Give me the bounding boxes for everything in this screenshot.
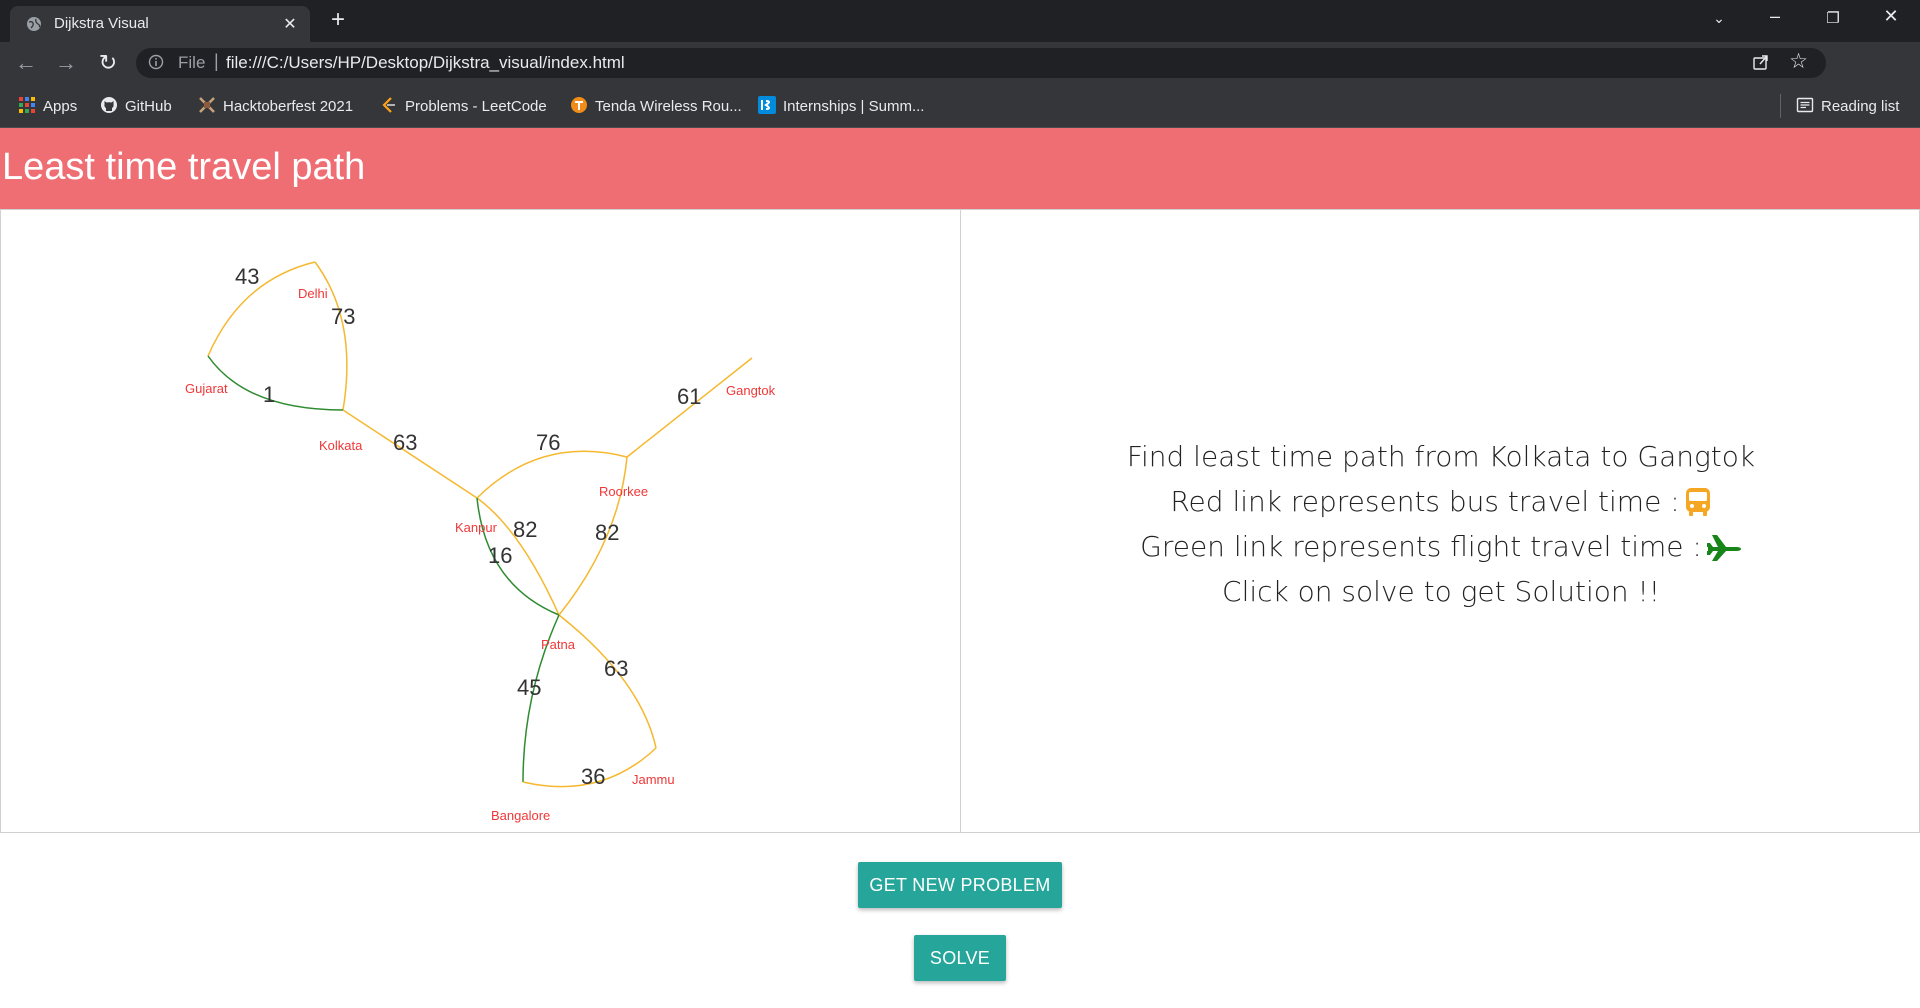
internshala-icon — [758, 96, 776, 114]
edge-weight: 36 — [581, 764, 605, 789]
minimize-icon[interactable]: – — [1760, 6, 1790, 27]
airplane-icon — [1706, 535, 1741, 561]
edge-weight: 63 — [393, 430, 417, 455]
node-label-delhi: Delhi — [298, 286, 328, 301]
forward-icon[interactable]: → — [52, 50, 80, 76]
edge-delhi-kolkata — [314, 261, 348, 411]
apps-grid-icon — [19, 97, 35, 113]
solve-instruction: Click on solve to get Solution !! — [1222, 575, 1660, 608]
edge-weight: 73 — [331, 304, 355, 329]
bookmark-github[interactable]: GitHub — [100, 96, 172, 115]
bookmarks-divider — [1780, 94, 1781, 118]
address-bar[interactable]: File | file:///C:/Users/HP/Desktop/Dijks… — [136, 48, 1826, 78]
node-label-kanpur: Kanpur — [455, 520, 498, 535]
edge-weight: 45 — [517, 675, 541, 700]
node-label-kolkata: Kolkata — [319, 438, 363, 453]
bookmark-label: Tenda Wireless Rou... — [595, 98, 742, 115]
reading-list-button[interactable]: Reading list — [1796, 96, 1899, 115]
edge-weight: 1 — [263, 382, 275, 407]
site-info-icon[interactable] — [148, 54, 164, 70]
bookmark-internshala[interactable]: Internships | Summ... — [758, 96, 924, 115]
node-label-patna: Patna — [541, 637, 576, 652]
node-label-jammu: Jammu — [632, 772, 675, 787]
bus-icon — [1685, 488, 1710, 516]
edge-weight: 82 — [595, 520, 619, 545]
back-icon[interactable]: ← — [12, 50, 40, 76]
edge-patna-jammu — [558, 614, 657, 749]
restore-icon[interactable]: ❐ — [1818, 9, 1848, 27]
bookmark-label: Internships | Summ... — [783, 98, 925, 115]
edge-weight: 16 — [488, 543, 512, 568]
flight-legend: Green link represents flight travel time… — [961, 524, 1920, 569]
edge-gujarat-kolkata — [207, 355, 344, 411]
node-label-gangtok: Gangtok — [726, 383, 776, 398]
bookmark-star-icon[interactable]: ☆ — [1789, 49, 1808, 74]
graph-panel: 43 73 1 63 76 61 82 16 82 63 45 36 Delhi… — [0, 209, 961, 833]
page-header: Least time travel path — [0, 128, 1920, 209]
solve-button[interactable]: SOLVE — [914, 935, 1006, 981]
window-close-icon[interactable]: ✕ — [1876, 6, 1906, 27]
edge-weight: 43 — [235, 264, 259, 289]
hacktoberfest-icon — [199, 97, 215, 113]
bookmark-hacktoberfest[interactable]: Hacktoberfest 2021 — [198, 96, 353, 115]
browser-toolbar: ← → ↻ File | file:///C:/Users/HP/Desktop… — [0, 42, 1920, 118]
problem-statement: Find least time path from Kolkata to Gan… — [1126, 440, 1756, 473]
browser-tab-strip: Dijkstra Visual ✕ + ⌄ – ❐ ✕ — [0, 0, 1920, 42]
reading-list-icon — [1796, 97, 1814, 113]
share-icon[interactable] — [1752, 53, 1770, 71]
url-separator: | — [214, 51, 219, 71]
node-label-gujarat: Gujarat — [185, 381, 228, 396]
globe-icon — [27, 17, 41, 31]
page-title: Least time travel path — [2, 146, 366, 188]
bookmark-leetcode[interactable]: Problems - LeetCode — [380, 96, 547, 115]
node-label-roorkee: Roorkee — [599, 484, 648, 499]
edge-gujarat-delhi — [207, 261, 316, 357]
bookmark-tenda[interactable]: Tenda Wireless Rou... — [570, 96, 742, 115]
url-text[interactable]: file:///C:/Users/HP/Desktop/Dijkstra_vis… — [226, 53, 625, 73]
browser-tab[interactable]: Dijkstra Visual ✕ — [10, 6, 310, 42]
bus-legend: Red link represents bus travel time : — [961, 479, 1920, 524]
bookmarks-bar: Apps GitHub Hacktoberfest 2021 Problems … — [0, 84, 1920, 128]
edge-weight: 63 — [604, 656, 628, 681]
problem-description: Find least time path from Kolkata to Gan… — [961, 434, 1920, 614]
url-scheme: File — [178, 53, 206, 72]
tab-close-icon[interactable]: ✕ — [280, 14, 300, 34]
tab-search-chevron-icon[interactable]: ⌄ — [1704, 10, 1734, 27]
reload-icon[interactable]: ↻ — [94, 50, 122, 76]
reading-list-label: Reading list — [1821, 98, 1900, 115]
tenda-icon — [571, 97, 587, 113]
bookmark-label: Hacktoberfest 2021 — [223, 98, 354, 115]
new-tab-icon[interactable]: + — [326, 6, 350, 34]
github-icon — [101, 97, 117, 113]
info-panel: Find least time path from Kolkata to Gan… — [960, 209, 1920, 833]
bookmark-label: Problems - LeetCode — [405, 98, 547, 115]
bookmark-label: Apps — [43, 98, 78, 115]
graph-canvas: 43 73 1 63 76 61 82 16 82 63 45 36 Delhi… — [185, 261, 776, 823]
bookmark-label: GitHub — [125, 98, 172, 115]
get-new-problem-button[interactable]: GET NEW PROBLEM — [858, 862, 1062, 908]
edge-weight: 61 — [677, 384, 701, 409]
edge-weight: 76 — [536, 430, 560, 455]
leetcode-icon — [382, 97, 395, 113]
edge-weight: 82 — [513, 517, 537, 542]
node-label-bangalore: Bangalore — [491, 808, 550, 823]
tab-title: Dijkstra Visual — [54, 15, 149, 32]
bookmark-apps[interactable]: Apps — [18, 96, 77, 115]
